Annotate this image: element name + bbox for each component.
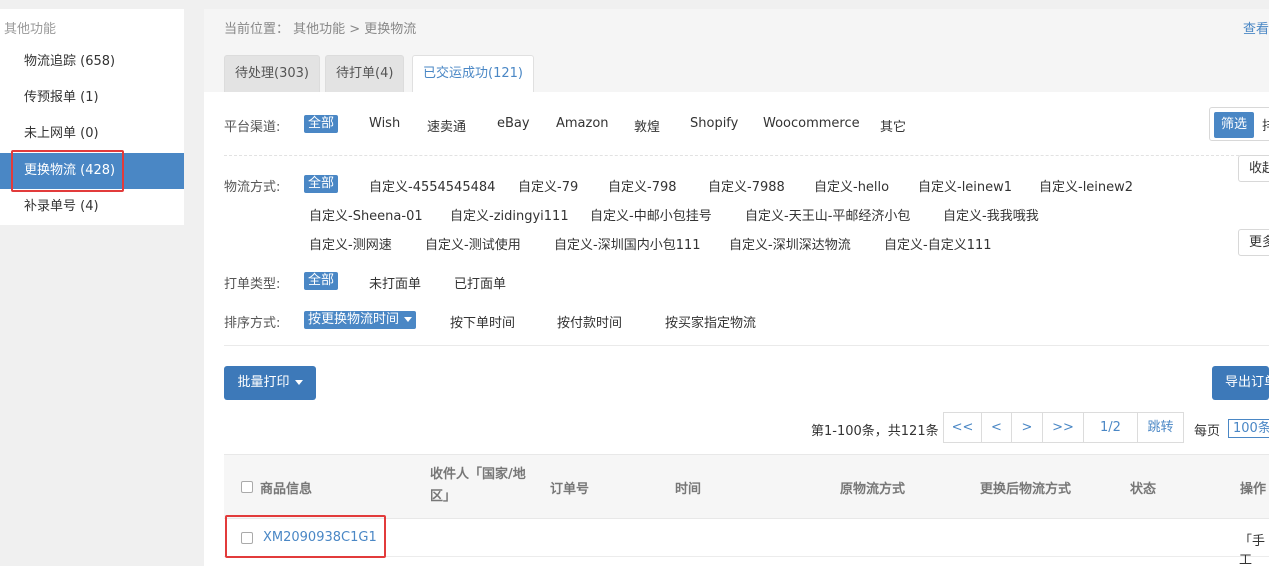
pagination-next[interactable]: > — [1011, 412, 1043, 443]
platform-option-woocommerce[interactable]: Woocommerce — [763, 116, 860, 131]
header-recipient: 收件人「国家/地区」 — [430, 467, 526, 504]
logistics-option[interactable]: 自定义-中邮小包挂号 — [590, 205, 712, 224]
per-page-label: 每页 — [1194, 424, 1221, 439]
caret-down-icon — [404, 317, 413, 322]
sidebar-item-upload-forecast[interactable]: 传预报单 (1) — [0, 80, 184, 116]
sort-option-order-time[interactable]: 按下单时间 — [450, 312, 515, 331]
sort-button[interactable]: 排 — [1262, 115, 1269, 134]
logistics-option[interactable]: 自定义-测试使用 — [425, 234, 521, 253]
logistics-option[interactable]: 自定义-leinew2 — [1039, 176, 1133, 195]
sidebar-item-supplement-tracking[interactable]: 补录单号 (4) — [0, 189, 184, 225]
view-link[interactable]: 查看 — [1243, 18, 1269, 37]
batch-print-label: 批量打印 — [237, 375, 290, 390]
tab-shipped-success[interactable]: 已交运成功(121) — [412, 55, 534, 92]
export-orders-button[interactable]: 导出订单 — [1212, 366, 1269, 400]
platform-option-aliexpress[interactable]: 速卖通 — [427, 116, 466, 135]
sort-option-label: 按更换物流时间 — [308, 312, 400, 327]
table-row: XM2090938C1G1 「手工 — [224, 519, 1269, 566]
pagination-last[interactable]: >> — [1042, 412, 1084, 443]
logistics-option[interactable]: 自定义-zidingyi111 — [450, 205, 569, 224]
logistics-filter-label: 物流方式: — [224, 180, 281, 195]
pagination-jump[interactable]: 跳转 — [1137, 412, 1184, 443]
logistics-option[interactable]: 自定义-天王山-平邮经济小包 — [745, 205, 910, 224]
table-header: 商品信息 收件人「国家/地区」 订单号 时间 原物流方式 更换后物流方式 状态 … — [224, 454, 1269, 519]
sidebar-item-logistics-tracking[interactable]: 物流追踪 (658) — [0, 44, 184, 80]
select-all-checkbox[interactable] — [241, 481, 253, 493]
pagination-info: 第1-100条，共121条 — [811, 424, 939, 439]
logistics-option[interactable]: 自定义-深圳国内小包111 — [554, 234, 701, 253]
sku-link[interactable]: XM2090938C1G1 — [263, 530, 377, 545]
sidebar-item-change-logistics[interactable]: 更换物流 (428) — [0, 153, 184, 189]
logistics-option[interactable]: 自定义-4554545484 — [369, 176, 495, 195]
sort-option-payment-time[interactable]: 按付款时间 — [557, 312, 622, 331]
header-new-logistics: 更换后物流方式 — [980, 482, 1072, 497]
more-button[interactable]: 更多 — [1238, 229, 1269, 256]
header-product: 商品信息 — [260, 482, 313, 497]
pagination-prev[interactable]: < — [981, 412, 1012, 443]
logistics-option[interactable]: 自定义-测网速 — [309, 234, 392, 253]
row-checkbox[interactable] — [241, 532, 253, 544]
platform-option-other[interactable]: 其它 — [880, 116, 906, 135]
pagination-page: 1/2 — [1083, 412, 1138, 443]
platform-option-shopify[interactable]: Shopify — [690, 116, 738, 131]
row-operation[interactable]: 「手工 — [1239, 530, 1269, 566]
platform-option-dhgate[interactable]: 敦煌 — [634, 116, 660, 135]
divider — [224, 345, 1269, 346]
logistics-option[interactable]: 自定义-79 — [518, 176, 578, 195]
sidebar: 其他功能 物流追踪 (658) 传预报单 (1) 未上网单 (0) 更换物流 (… — [0, 9, 184, 225]
logistics-option[interactable]: 自定义-Sheena-01 — [309, 205, 423, 224]
main-panel: 当前位置： 其他功能 > 更换物流 查看 待处理(303) 待打单(4) 已交运… — [204, 9, 1269, 566]
platform-filter-label: 平台渠道: — [224, 120, 281, 135]
header-order-no: 订单号 — [550, 482, 590, 497]
platform-option-ebay[interactable]: eBay — [497, 116, 530, 131]
filter-button[interactable]: 筛选 — [1214, 112, 1254, 138]
sidebar-item-not-online[interactable]: 未上网单 (0) — [0, 116, 184, 152]
header-operations: 操作 — [1240, 482, 1267, 497]
logistics-option[interactable]: 自定义-自定义111 — [884, 234, 992, 253]
tab-to-print[interactable]: 待打单(4) — [325, 55, 405, 92]
platform-option-all[interactable]: 全部 — [304, 115, 339, 133]
sidebar-title: 其他功能 — [4, 22, 57, 37]
pagination-first[interactable]: << — [943, 412, 982, 443]
logistics-option[interactable]: 自定义-798 — [608, 176, 677, 195]
print-type-option-unprinted[interactable]: 未打面单 — [369, 273, 421, 292]
tab-pending[interactable]: 待处理(303) — [224, 55, 320, 92]
collapse-button[interactable]: 收起 — [1238, 155, 1269, 182]
per-page-select[interactable]: 100条 — [1228, 419, 1269, 438]
platform-option-amazon[interactable]: Amazon — [556, 116, 609, 131]
tabs-bar: 待处理(303) 待打单(4) 已交运成功(121) — [204, 45, 1269, 92]
logistics-option[interactable]: 自定义-7988 — [708, 176, 785, 195]
logistics-option[interactable]: 全部 — [304, 175, 339, 193]
logistics-option[interactable]: 自定义-我我哦我 — [943, 205, 1039, 224]
filter-toolbar: 筛选 排 — [1209, 107, 1269, 141]
header-time: 时间 — [675, 482, 702, 497]
breadcrumb: 当前位置： 其他功能 > 更换物流 — [224, 22, 417, 37]
platform-option-wish[interactable]: Wish — [369, 116, 400, 131]
app-window: 其他功能 物流追踪 (658) 传预报单 (1) 未上网单 (0) 更换物流 (… — [0, 0, 1269, 566]
sort-filter-label: 排序方式: — [224, 316, 281, 331]
print-type-option-all[interactable]: 全部 — [304, 272, 339, 290]
print-type-option-printed[interactable]: 已打面单 — [454, 273, 506, 292]
sort-option-buyer-logistics[interactable]: 按买家指定物流 — [665, 312, 756, 331]
print-type-filter-label: 打单类型: — [224, 277, 281, 292]
caret-down-icon — [294, 380, 303, 385]
divider — [224, 155, 1239, 156]
header-status: 状态 — [1130, 482, 1157, 497]
batch-print-button[interactable]: 批量打印 — [224, 366, 316, 400]
logistics-option[interactable]: 自定义-leinew1 — [918, 176, 1012, 195]
breadcrumb-bar: 当前位置： 其他功能 > 更换物流 查看 — [204, 9, 1269, 45]
logistics-option[interactable]: 自定义-深圳深达物流 — [729, 234, 851, 253]
header-original-logistics: 原物流方式 — [840, 482, 906, 497]
sort-option-change-time[interactable]: 按更换物流时间 — [304, 311, 417, 329]
logistics-option[interactable]: 自定义-hello — [814, 176, 889, 195]
